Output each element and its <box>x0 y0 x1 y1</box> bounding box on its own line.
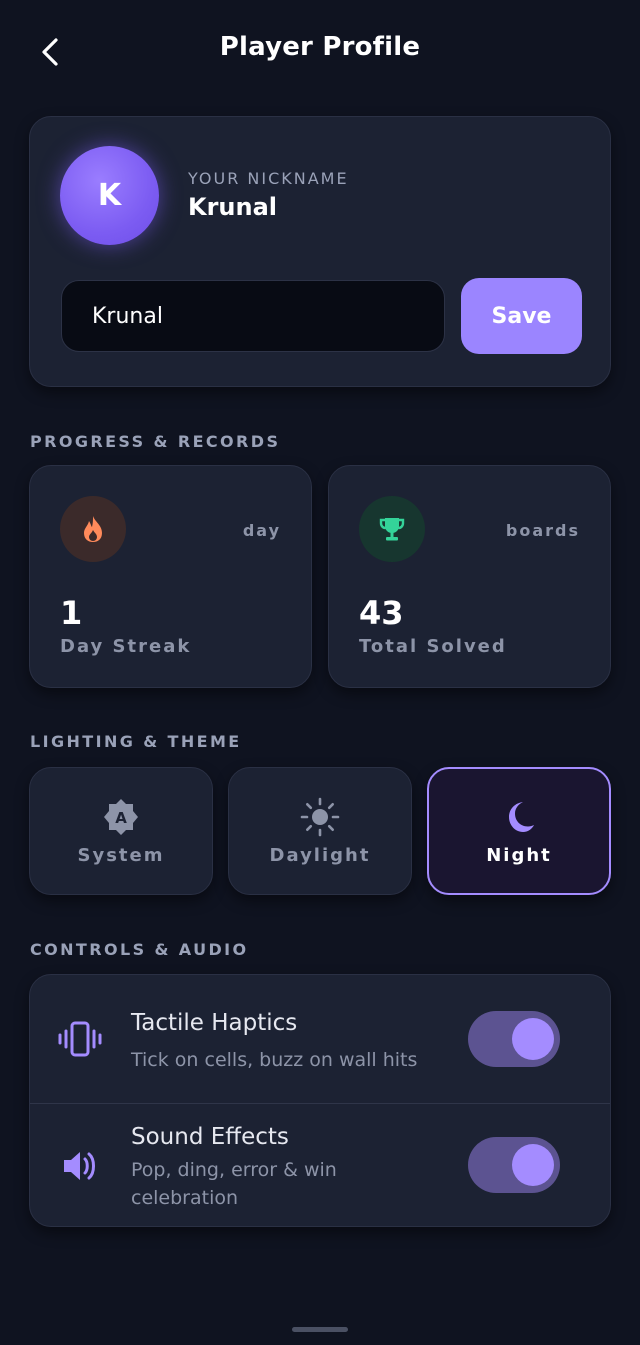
stat-value: 1 <box>60 594 83 632</box>
control-row-haptics: Tactile Haptics Tick on cells, buzz on w… <box>30 975 610 1104</box>
control-subtitle: Pop, ding, error & win celebration <box>131 1159 337 1209</box>
nickname-label: YOUR NICKNAME <box>188 169 349 188</box>
trophy-icon <box>359 496 425 562</box>
control-row-sound: Sound Effects Pop, ding, error & win cel… <box>30 1104 610 1226</box>
stat-value: 43 <box>359 594 404 632</box>
section-label-theme: LIGHTING & THEME <box>30 732 242 751</box>
flame-icon <box>60 496 126 562</box>
control-title: Sound Effects <box>131 1124 289 1150</box>
page-title: Player Profile <box>219 32 421 62</box>
stat-card-total-solved: boards 43 Total Solved <box>328 465 611 688</box>
home-indicator <box>292 1327 348 1332</box>
theme-label: Night <box>486 844 552 866</box>
player-profile-screen: Player Profile K YOUR NICKNAME Krunal Sa… <box>0 0 640 1345</box>
nickname-value: Krunal <box>188 193 278 221</box>
save-button[interactable]: Save <box>461 278 582 354</box>
theme-label: System <box>77 844 165 866</box>
auto-theme-icon: A <box>102 797 140 837</box>
profile-card: K YOUR NICKNAME Krunal Save <box>29 116 611 387</box>
haptics-toggle[interactable] <box>468 1011 560 1067</box>
sun-icon <box>300 797 340 837</box>
nickname-input[interactable] <box>61 280 445 352</box>
theme-label: Daylight <box>269 844 371 866</box>
stat-label: Total Solved <box>359 636 507 657</box>
toggle-knob <box>512 1018 554 1060</box>
vibration-icon <box>58 1017 102 1061</box>
section-label-progress: PROGRESS & RECORDS <box>30 432 281 451</box>
theme-option-system[interactable]: A System <box>29 767 213 895</box>
stat-label: Day Streak <box>60 636 192 657</box>
stat-unit: day <box>242 521 281 540</box>
theme-option-daylight[interactable]: Daylight <box>228 767 412 895</box>
speaker-icon <box>58 1144 102 1188</box>
svg-text:A: A <box>115 809 127 827</box>
sound-toggle[interactable] <box>468 1137 560 1193</box>
section-label-controls: CONTROLS & AUDIO <box>30 940 249 959</box>
theme-option-night[interactable]: Night <box>427 767 611 895</box>
toggle-knob <box>512 1144 554 1186</box>
moon-icon <box>501 797 537 837</box>
stat-unit: boards <box>505 521 580 540</box>
control-subtitle: Tick on cells, buzz on wall hits <box>131 1049 418 1071</box>
control-title: Tactile Haptics <box>131 1010 298 1036</box>
stat-card-day-streak: day 1 Day Streak <box>29 465 312 688</box>
avatar: K <box>60 146 159 245</box>
controls-card: Tactile Haptics Tick on cells, buzz on w… <box>29 974 611 1227</box>
